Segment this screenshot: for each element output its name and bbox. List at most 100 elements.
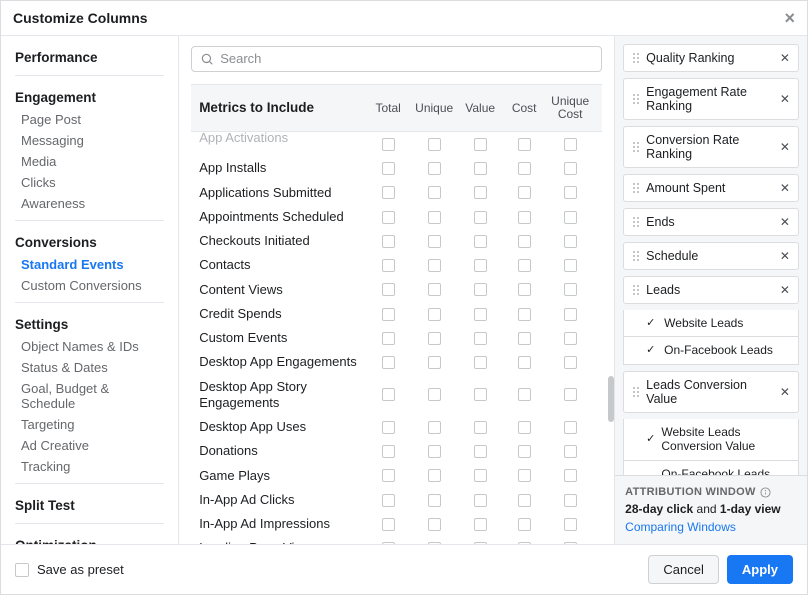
remove-column-icon[interactable]: ✕	[780, 51, 790, 65]
selected-column[interactable]: Leads Conversion Value✕	[623, 371, 799, 413]
drag-handle[interactable]	[632, 141, 640, 153]
metric-checkbox[interactable]	[564, 186, 577, 199]
metric-checkbox[interactable]	[428, 494, 441, 507]
metric-checkbox[interactable]	[564, 421, 577, 434]
remove-column-icon[interactable]: ✕	[780, 385, 790, 399]
metric-checkbox[interactable]	[428, 259, 441, 272]
metric-checkbox[interactable]	[428, 162, 441, 175]
nav-section-optimization[interactable]: Optimization	[15, 534, 164, 544]
metric-checkbox[interactable]	[428, 388, 441, 401]
remove-column-icon[interactable]: ✕	[780, 181, 790, 195]
metric-checkbox[interactable]	[474, 332, 487, 345]
remove-column-icon[interactable]: ✕	[780, 249, 790, 263]
close-icon[interactable]: ×	[784, 9, 795, 27]
metric-checkbox[interactable]	[474, 138, 487, 151]
nav-item-goal-budget-schedule[interactable]: Goal, Budget & Schedule	[15, 378, 164, 414]
metric-checkbox[interactable]	[474, 283, 487, 296]
drag-handle[interactable]	[632, 386, 640, 398]
metric-checkbox[interactable]	[382, 542, 395, 544]
nav-item-status-dates[interactable]: Status & Dates	[15, 357, 164, 378]
metric-checkbox[interactable]	[518, 421, 531, 434]
metric-checkbox[interactable]	[382, 421, 395, 434]
selected-subcolumn[interactable]: ✓On-Facebook Leads	[623, 337, 799, 364]
metrics-scroll[interactable]: App ActivationsApp InstallsApplications …	[191, 132, 602, 544]
nav-item-awareness[interactable]: Awareness	[15, 193, 164, 214]
save-preset-toggle[interactable]: Save as preset	[15, 562, 124, 577]
metric-checkbox[interactable]	[518, 211, 531, 224]
metric-checkbox[interactable]	[564, 356, 577, 369]
nav-item-tracking[interactable]: Tracking	[15, 456, 164, 477]
drag-handle[interactable]	[632, 284, 640, 296]
metric-checkbox[interactable]	[564, 494, 577, 507]
search-input[interactable]	[220, 51, 593, 66]
remove-column-icon[interactable]: ✕	[780, 92, 790, 106]
metric-checkbox[interactable]	[518, 162, 531, 175]
apply-button[interactable]: Apply	[727, 555, 793, 584]
metric-checkbox[interactable]	[382, 332, 395, 345]
selected-column[interactable]: Amount Spent✕	[623, 174, 799, 202]
search-input-wrapper[interactable]	[191, 46, 602, 72]
metric-checkbox[interactable]	[428, 469, 441, 482]
nav-item-media[interactable]: Media	[15, 151, 164, 172]
metric-checkbox[interactable]	[474, 259, 487, 272]
metric-checkbox[interactable]	[428, 211, 441, 224]
metric-checkbox[interactable]	[518, 469, 531, 482]
metric-checkbox[interactable]	[564, 211, 577, 224]
metric-checkbox[interactable]	[518, 518, 531, 531]
remove-column-icon[interactable]: ✕	[780, 215, 790, 229]
metric-checkbox[interactable]	[474, 542, 487, 544]
metric-checkbox[interactable]	[564, 138, 577, 151]
remove-column-icon[interactable]: ✕	[780, 283, 790, 297]
metric-checkbox[interactable]	[474, 186, 487, 199]
selected-column[interactable]: Engagement Rate Ranking✕	[623, 78, 799, 120]
metric-checkbox[interactable]	[518, 388, 531, 401]
metric-checkbox[interactable]	[474, 469, 487, 482]
metric-checkbox[interactable]	[518, 283, 531, 296]
nav-section-performance[interactable]: Performance	[15, 46, 164, 69]
metric-checkbox[interactable]	[474, 445, 487, 458]
metric-checkbox[interactable]	[474, 211, 487, 224]
metric-checkbox[interactable]	[382, 138, 395, 151]
metric-checkbox[interactable]	[518, 445, 531, 458]
metric-checkbox[interactable]	[564, 162, 577, 175]
nav-section-conversions[interactable]: Conversions	[15, 231, 164, 254]
nav-item-custom-conversions[interactable]: Custom Conversions	[15, 275, 164, 296]
selected-column[interactable]: Schedule✕	[623, 242, 799, 270]
metric-checkbox[interactable]	[474, 308, 487, 321]
metric-checkbox[interactable]	[518, 356, 531, 369]
metric-checkbox[interactable]	[428, 356, 441, 369]
metric-checkbox[interactable]	[564, 332, 577, 345]
metric-checkbox[interactable]	[428, 308, 441, 321]
metric-checkbox[interactable]	[428, 283, 441, 296]
metric-checkbox[interactable]	[474, 518, 487, 531]
metric-checkbox[interactable]	[382, 469, 395, 482]
drag-handle[interactable]	[632, 182, 640, 194]
metric-checkbox[interactable]	[564, 445, 577, 458]
metric-checkbox[interactable]	[518, 494, 531, 507]
metric-checkbox[interactable]	[474, 421, 487, 434]
nav-item-messaging[interactable]: Messaging	[15, 130, 164, 151]
drag-handle[interactable]	[632, 216, 640, 228]
metric-checkbox[interactable]	[474, 235, 487, 248]
metric-checkbox[interactable]	[428, 138, 441, 151]
nav-item-page-post[interactable]: Page Post	[15, 109, 164, 130]
metric-checkbox[interactable]	[428, 235, 441, 248]
metric-checkbox[interactable]	[518, 186, 531, 199]
metric-checkbox[interactable]	[382, 235, 395, 248]
selected-subcolumn[interactable]: ✓Website Leads	[623, 310, 799, 337]
selected-column[interactable]: Quality Ranking✕	[623, 44, 799, 72]
metric-checkbox[interactable]	[474, 356, 487, 369]
metric-checkbox[interactable]	[428, 518, 441, 531]
nav-section-split-test[interactable]: Split Test	[15, 494, 164, 517]
metric-checkbox[interactable]	[564, 259, 577, 272]
metric-checkbox[interactable]	[474, 494, 487, 507]
metric-checkbox[interactable]	[382, 211, 395, 224]
metric-checkbox[interactable]	[428, 421, 441, 434]
metric-checkbox[interactable]	[564, 308, 577, 321]
metric-checkbox[interactable]	[428, 332, 441, 345]
metric-checkbox[interactable]	[518, 138, 531, 151]
drag-handle[interactable]	[632, 52, 640, 64]
comparing-windows-link[interactable]: Comparing Windows	[625, 520, 797, 534]
drag-handle[interactable]	[632, 93, 640, 105]
metric-checkbox[interactable]	[564, 283, 577, 296]
